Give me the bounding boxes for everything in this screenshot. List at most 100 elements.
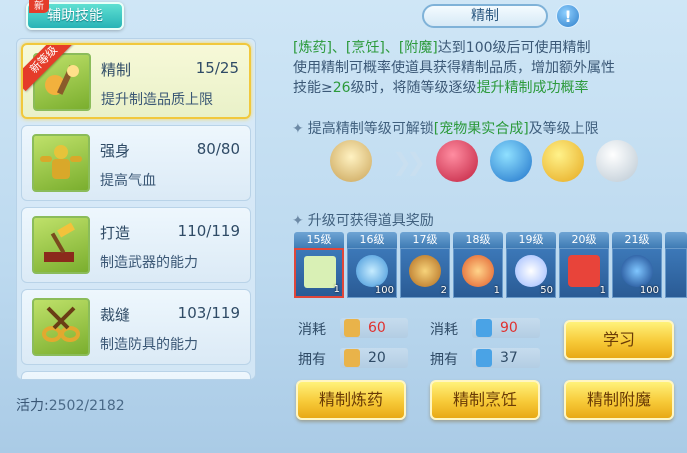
unlock-prefix: 提高精制等级可解锁 [307,121,434,137]
consume-label: 消耗 [430,322,458,338]
swirl-orb-icon [356,255,388,287]
red-fruit-icon [436,140,478,182]
reward-item[interactable]: 17级 2 [400,232,450,298]
arrow-right-icon: ❯❯ [392,148,426,176]
blue-card-icon [476,349,492,367]
energy-value: 2502/2182 [48,398,125,414]
reward-item[interactable]: 15级 1 [294,232,344,298]
crystal-star-icon [515,255,547,287]
refine-alchemy-button[interactable]: 精制炼药 [296,380,406,420]
consume-label: 消耗 [298,322,326,338]
item-own-value: 37 [500,350,518,366]
gold-fruit-icon [542,140,584,182]
tab-label: 辅助技能 [47,8,103,24]
item-own: 37 [472,348,540,368]
skill-name: 打造 [100,224,131,242]
reward-qty: 50 [540,285,553,296]
scissors-icon [32,298,90,356]
help-icon[interactable]: ! [556,4,580,28]
desc-line2: 使用精制可概率使道具获得精制品质，增加额外属性 [293,60,615,76]
skill-description: [炼药]、[烹饪]、[附魔]达到100级后可使用精制 使用精制可概率使道具获得精… [293,38,681,98]
blue-fruit-icon [490,140,532,182]
desc-line1: 达到100级后可使用精制 [437,40,591,56]
reward-item[interactable]: 19级 50 [506,232,556,298]
reward-level: 18级 [453,232,503,248]
page-title: 精制 [422,4,548,28]
white-egg-icon [596,140,638,182]
skill-count: 15/25 [195,59,239,77]
desc-level-number: 26 [332,80,351,96]
reward-item-partial[interactable] [665,232,687,298]
sparkle-icon: ✦ [292,121,304,137]
energy-display: 活力:2502/2182 [16,395,125,415]
muscle-man-icon [32,134,90,192]
potion-flask-icon [409,255,441,287]
desc-line3-a: 技能≥ [293,80,333,96]
reward-level: 16级 [347,232,397,248]
blue-orb-icon [621,255,653,287]
refine-cooking-button[interactable]: 精制烹饪 [430,380,540,420]
reward-level: 21级 [612,232,662,248]
energy-scroll-icon [344,349,360,367]
checkmark-scroll-icon [304,256,336,288]
reward-qty: 1 [493,285,500,296]
rewards-section-title: ✦ 升级可获得道具奖励 [292,210,434,230]
reward-item[interactable]: 18级 1 [453,232,503,298]
item-consume: 90 [472,318,540,338]
reward-qty: 1 [333,284,340,295]
blue-card-icon [476,319,492,337]
skill-count: 80/80 [196,140,240,158]
energy-scroll-icon [344,319,360,337]
item-consume-value: 90 [500,320,518,336]
energy-own-value: 20 [368,350,386,366]
reward-level: 20级 [559,232,609,248]
skill-item-forging[interactable]: 打造 110/119 制造武器的能力 [21,207,251,283]
desc-skills-list: [炼药]、[烹饪]、[附魔] [293,40,438,56]
skill-count: 103/119 [177,304,240,322]
sparkle-icon: ✦ [292,213,304,229]
skill-list[interactable]: 新等级 精制 15/25 提升制造品质上限 强身 80/80 提高气血 打造 1… [16,38,256,380]
skill-desc: 制造防具的能力 [100,337,198,353]
skill-item-refine[interactable]: 新等级 精制 15/25 提升制造品质上限 [21,43,251,119]
energy-consume: 60 [340,318,408,338]
reward-item[interactable]: 20级 1 [559,232,609,298]
skill-desc: 提升制造品质上限 [101,92,213,108]
skill-item-strength[interactable]: 强身 80/80 提高气血 [21,125,251,201]
skill-desc: 制造武器的能力 [100,255,198,271]
reward-qty: 2 [440,285,447,296]
unlock-section-title: ✦ 提高精制等级可解锁[宠物果实合成]及等级上限 [292,118,599,138]
own-label: 拥有 [298,352,326,368]
skill-item-partial[interactable] [21,371,251,379]
reward-qty: 100 [374,285,394,296]
unlock-suffix: 及等级上限 [528,121,599,137]
reward-item[interactable]: 16级 100 [347,232,397,298]
desc-line3-b: 级时，将随等级逐级 [350,80,477,96]
reward-strip[interactable]: 15级 1 16级 100 17级 2 18级 1 19级 50 20级 1 2… [292,232,687,300]
own-label: 拥有 [430,352,458,368]
reward-level: 17级 [400,232,450,248]
unlock-highlight: [宠物果实合成] [433,121,529,137]
hammer-anvil-icon [32,216,90,274]
fruit-altar-icon [330,140,372,182]
reward-qty: 100 [639,285,659,296]
desc-line3-c: 提升精制成功概率 [476,80,589,96]
reward-level: 15级 [294,232,344,248]
new-badge: 新 [29,0,49,13]
reward-item[interactable]: 21级 100 [612,232,662,298]
skill-name: 强身 [100,142,131,160]
energy-label: 活力: [16,398,49,414]
skill-count: 110/119 [177,222,240,240]
rewards-title: 升级可获得道具奖励 [307,213,434,229]
gift-box-icon [568,255,600,287]
learn-button[interactable]: 学习 [564,320,674,360]
refine-enchant-button[interactable]: 精制附魔 [564,380,674,420]
skill-desc: 提高气血 [100,173,156,189]
skill-item-tailoring[interactable]: 裁缝 103/119 制造防具的能力 [21,289,251,365]
reward-qty: 1 [599,285,606,296]
energy-consume-value: 60 [368,320,386,336]
page-title-text: 精制 [471,8,499,24]
peach-fruit-icon [462,255,494,287]
reward-level: 19级 [506,232,556,248]
skill-name: 精制 [101,61,132,79]
skill-name: 裁缝 [100,306,131,324]
